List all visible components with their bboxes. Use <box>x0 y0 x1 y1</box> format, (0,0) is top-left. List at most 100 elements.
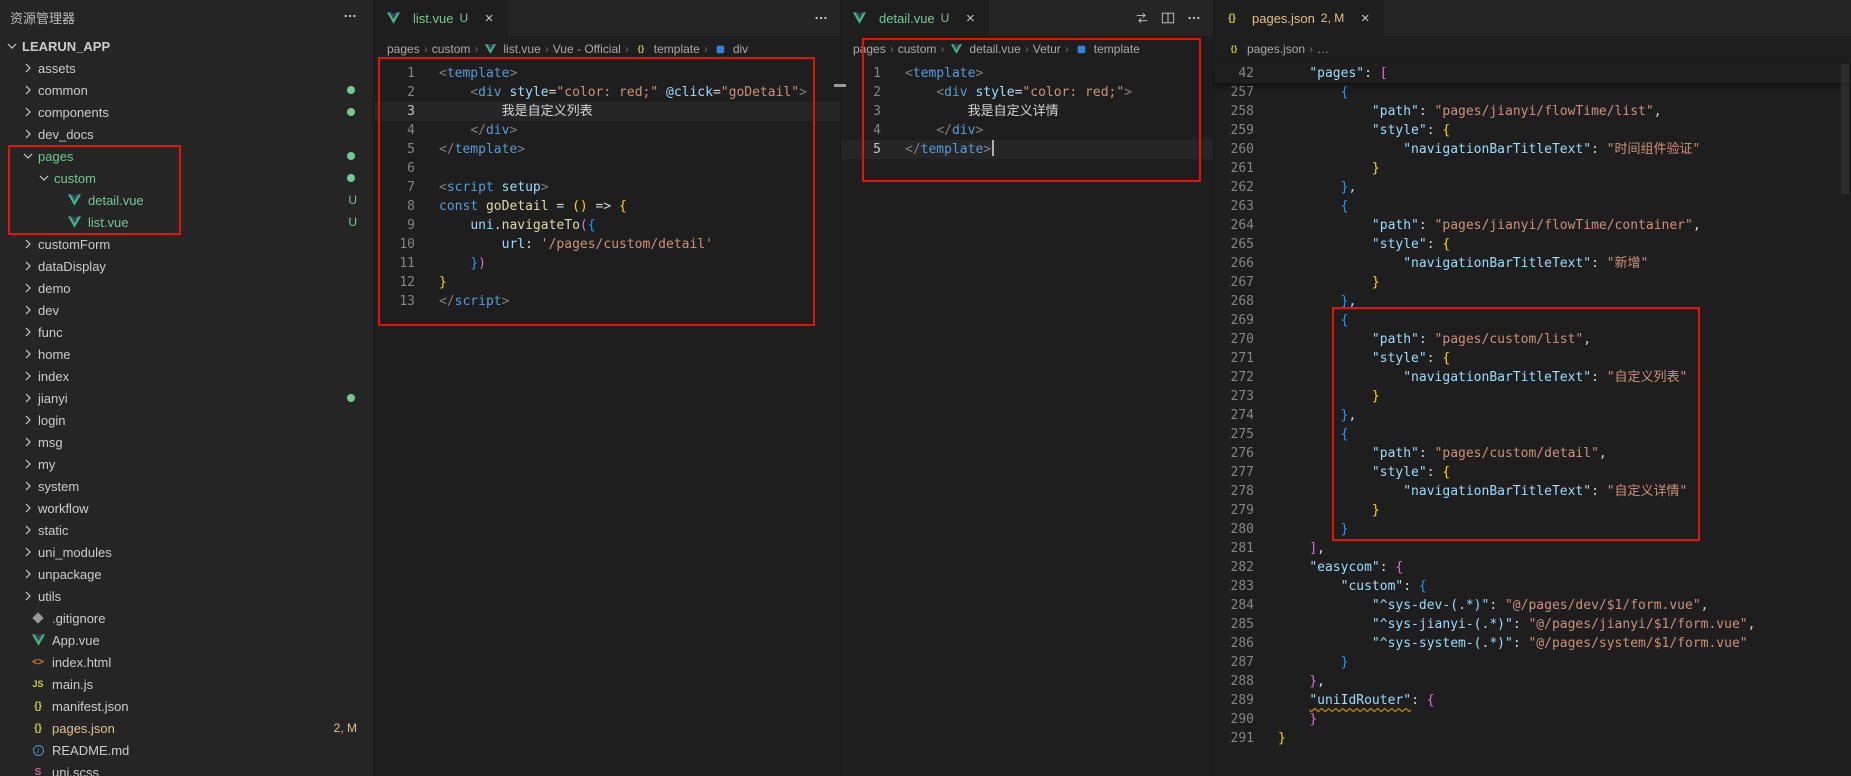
code-line[interactable]: 2 <div style="color: red;" @click="goDet… <box>375 83 840 102</box>
close-icon[interactable]: × <box>961 10 979 27</box>
tree-folder-home[interactable]: home <box>0 343 373 365</box>
code-line[interactable]: 288 }, <box>1214 672 1851 691</box>
code-editor-pagesjson[interactable]: 42 "pages": [257 {258 "path": "pages/jia… <box>1214 62 1851 748</box>
code-line[interactable]: 4 </div> <box>841 121 1213 140</box>
code-line[interactable]: 285 "^sys-jianyi-(.*)": "@/pages/jianyi/… <box>1214 615 1851 634</box>
tree-folder-components[interactable]: components <box>0 101 373 123</box>
code-line[interactable]: 3 我是自定义列表 <box>375 102 840 121</box>
code-line[interactable]: 279 } <box>1214 501 1851 520</box>
code-line[interactable]: 4 </div> <box>375 121 840 140</box>
code-line[interactable]: 278 "navigationBarTitleText": "自定义详情" <box>1214 482 1851 501</box>
code-line[interactable]: 289 "uniIdRouter": { <box>1214 691 1851 710</box>
breadcrumb-item[interactable]: template <box>1073 41 1140 57</box>
tree-folder-msg[interactable]: msg <box>0 431 373 453</box>
code-line[interactable]: 281 ], <box>1214 539 1851 558</box>
tree-folder-index[interactable]: index <box>0 365 373 387</box>
tab-pages.json[interactable]: {}pages.json2, M× <box>1214 0 1385 36</box>
code-line[interactable]: 283 "custom": { <box>1214 577 1851 596</box>
tab-detail.vue[interactable]: detail.vueU× <box>841 0 990 36</box>
tree-folder-system[interactable]: system <box>0 475 373 497</box>
code-line[interactable]: 42 "pages": [ <box>1214 64 1851 83</box>
code-line[interactable]: 277 "style": { <box>1214 463 1851 482</box>
code-line[interactable]: 265 "style": { <box>1214 235 1851 254</box>
tree-folder-assets[interactable]: assets <box>0 57 373 79</box>
code-line[interactable]: 267 } <box>1214 273 1851 292</box>
code-line[interactable]: 286 "^sys-system-(.*)": "@/pages/system/… <box>1214 634 1851 653</box>
code-line[interactable]: 291} <box>1214 729 1851 748</box>
code-line[interactable]: 262 }, <box>1214 178 1851 197</box>
close-icon[interactable]: × <box>1356 10 1374 27</box>
tree-folder-workflow[interactable]: workflow <box>0 497 373 519</box>
tree-folder-my[interactable]: my <box>0 453 373 475</box>
breadcrumb-item[interactable]: custom <box>898 42 937 56</box>
code-line[interactable]: 11 }) <box>375 254 840 273</box>
code-editor-list[interactable]: 1<template>2 <div style="color: red;" @c… <box>375 62 840 311</box>
tree-folder-dataDisplay[interactable]: dataDisplay <box>0 255 373 277</box>
code-line[interactable]: 260 "navigationBarTitleText": "时间组件验证" <box>1214 140 1851 159</box>
breadcrumb-item[interactable]: pages <box>387 42 420 56</box>
tree-file-pages.json[interactable]: {}pages.json2, M <box>0 717 373 739</box>
breadcrumb-item[interactable]: … <box>1317 42 1329 56</box>
breadcrumb-item[interactable]: list.vue <box>482 41 540 57</box>
tree-folder-dev[interactable]: dev <box>0 299 373 321</box>
breadcrumb-item[interactable]: Vetur <box>1033 42 1061 56</box>
tree-file-README.md[interactable]: iREADME.md <box>0 739 373 761</box>
tree-file-index.html[interactable]: <>index.html <box>0 651 373 673</box>
code-line[interactable]: 257 { <box>1214 83 1851 102</box>
code-line[interactable]: 10 url: '/pages/custom/detail' <box>375 235 840 254</box>
compare-icon[interactable] <box>1131 7 1153 29</box>
tree-file-uni.scss[interactable]: Suni.scss <box>0 761 373 776</box>
close-icon[interactable]: × <box>480 10 498 27</box>
code-line[interactable]: 274 }, <box>1214 406 1851 425</box>
scrollbar[interactable] <box>1841 64 1849 194</box>
tree-folder-dev_docs[interactable]: dev_docs <box>0 123 373 145</box>
code-line[interactable]: 266 "navigationBarTitleText": "新增" <box>1214 254 1851 273</box>
tree-file-list.vue[interactable]: list.vueU <box>0 211 373 233</box>
code-line[interactable]: 13</script> <box>375 292 840 311</box>
code-editor-detail[interactable]: 1<template>2 <div style="color: red;">3 … <box>841 62 1213 159</box>
code-line[interactable]: 264 "path": "pages/jianyi/flowTime/conta… <box>1214 216 1851 235</box>
tree-folder-func[interactable]: func <box>0 321 373 343</box>
tree-root-folder[interactable]: LEARUN_APP <box>0 35 373 57</box>
tab-list.vue[interactable]: list.vueU× <box>375 0 509 36</box>
code-line[interactable]: 8const goDetail = () => { <box>375 197 840 216</box>
code-line[interactable]: 259 "style": { <box>1214 121 1851 140</box>
code-line[interactable]: 284 "^sys-dev-(.*)": "@/pages/dev/$1/for… <box>1214 596 1851 615</box>
breadcrumb-item[interactable]: Vue - Official <box>553 42 621 56</box>
tree-folder-uni_modules[interactable]: uni_modules <box>0 541 373 563</box>
tree-folder-custom[interactable]: custom <box>0 167 373 189</box>
code-line[interactable]: 5</template> <box>841 140 1213 159</box>
tree-file-manifest.json[interactable]: {}manifest.json <box>0 695 373 717</box>
tree-folder-demo[interactable]: demo <box>0 277 373 299</box>
code-line[interactable]: 268 }, <box>1214 292 1851 311</box>
code-line[interactable]: 287 } <box>1214 653 1851 672</box>
code-line[interactable]: 6 <box>375 159 840 178</box>
breadcrumb-item[interactable]: detail.vue <box>948 41 1020 57</box>
code-line[interactable]: 270 "path": "pages/custom/list", <box>1214 330 1851 349</box>
breadcrumb-item[interactable]: custom <box>432 42 471 56</box>
code-line[interactable]: 9 uni.navigateTo({ <box>375 216 840 235</box>
breadcrumb-item[interactable]: {}pages.json <box>1226 41 1305 57</box>
code-line[interactable]: 280 } <box>1214 520 1851 539</box>
code-line[interactable]: 5</template> <box>375 140 840 159</box>
tree-folder-static[interactable]: static <box>0 519 373 541</box>
code-line[interactable]: 261 } <box>1214 159 1851 178</box>
more-icon[interactable] <box>810 7 832 29</box>
tree-folder-utils[interactable]: utils <box>0 585 373 607</box>
code-line[interactable]: 12} <box>375 273 840 292</box>
tree-folder-common[interactable]: common <box>0 79 373 101</box>
code-line[interactable]: 263 { <box>1214 197 1851 216</box>
breadcrumb-item[interactable]: {}template <box>633 41 700 57</box>
more-actions-icon[interactable] <box>343 9 357 26</box>
breadcrumb-item[interactable]: div <box>712 41 748 57</box>
code-line[interactable]: 258 "path": "pages/jianyi/flowTime/list"… <box>1214 102 1851 121</box>
tree-folder-pages[interactable]: pages <box>0 145 373 167</box>
tree-folder-unpackage[interactable]: unpackage <box>0 563 373 585</box>
tree-folder-login[interactable]: login <box>0 409 373 431</box>
breadcrumb-item[interactable]: pages <box>853 42 886 56</box>
code-line[interactable]: 282 "easycom": { <box>1214 558 1851 577</box>
code-line[interactable]: 1<template> <box>375 64 840 83</box>
code-line[interactable]: 1<template> <box>841 64 1213 83</box>
tree-folder-customForm[interactable]: customForm <box>0 233 373 255</box>
code-line[interactable]: 275 { <box>1214 425 1851 444</box>
